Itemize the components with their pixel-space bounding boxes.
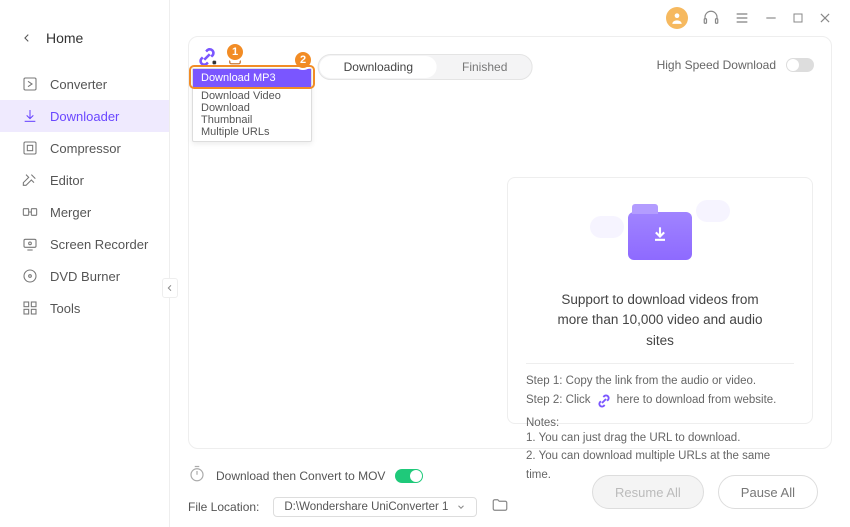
sidebar-item-screenrecorder[interactable]: Screen Recorder [0, 228, 169, 260]
convert-toggle[interactable] [395, 469, 423, 483]
open-folder-icon[interactable] [491, 496, 509, 517]
empty-state-card: Support to download videos from more tha… [507, 177, 813, 424]
hint-badge-1: 1 [225, 42, 245, 62]
dropdown-item-thumbnail[interactable]: Download Thumbnail [193, 105, 311, 123]
hint-badge-2: 2 [293, 50, 313, 70]
sidebar-item-label: Compressor [50, 141, 121, 156]
chevron-left-icon [22, 30, 32, 46]
add-link-icon[interactable] [196, 46, 218, 68]
note1: 1. You can just drag the URL to download… [526, 429, 794, 447]
dropdown-item-mp3[interactable]: Download MP3 [193, 69, 311, 87]
notes-head: Notes: [526, 417, 794, 429]
sidebar-item-label: Editor [50, 173, 84, 188]
convert-label: Download then Convert to MOV [216, 469, 385, 483]
link-mini-icon [595, 392, 613, 410]
high-speed-toggle[interactable] [786, 58, 814, 72]
tabs: Downloading Finished [318, 54, 533, 80]
resume-all-button[interactable]: Resume All [592, 475, 704, 509]
home-row[interactable]: Home [0, 0, 169, 62]
sidebar-item-label: Downloader [50, 109, 119, 124]
timer-icon [188, 465, 206, 486]
sidebar-item-label: Screen Recorder [50, 237, 148, 252]
home-label: Home [46, 30, 83, 46]
folder-illustration [526, 192, 794, 280]
pause-all-button[interactable]: Pause All [718, 475, 818, 509]
sidebar-item-tools[interactable]: Tools [0, 292, 169, 324]
step1-text: Step 1: Copy the link from the audio or … [526, 372, 794, 392]
high-speed-label: High Speed Download [657, 58, 776, 72]
sidebar-item-dvdburner[interactable]: DVD Burner [0, 260, 169, 292]
sidebar-item-editor[interactable]: Editor [0, 164, 169, 196]
sidebar-item-label: Converter [50, 77, 107, 92]
download-type-dropdown: Download MP3 Download Video Download Thu… [192, 68, 312, 142]
sidebar-item-label: Tools [50, 301, 80, 316]
step2-text: Step 2: Click here to download from webs… [526, 391, 794, 411]
sidebar: Home Converter Downloader Compressor Edi… [0, 0, 170, 527]
file-location-label: File Location: [188, 500, 259, 514]
sidebar-item-compressor[interactable]: Compressor [0, 132, 169, 164]
download-arrow-icon [650, 224, 670, 249]
sidebar-item-merger[interactable]: Merger [0, 196, 169, 228]
support-text: Support to download videos from more tha… [526, 280, 794, 363]
tab-downloading[interactable]: Downloading [320, 56, 437, 78]
sidebar-item-label: DVD Burner [50, 269, 120, 284]
sidebar-item-label: Merger [50, 205, 91, 220]
tab-finished[interactable]: Finished [438, 55, 531, 79]
high-speed-row: High Speed Download [657, 58, 814, 72]
file-location-select[interactable]: D:\Wondershare UniConverter 1 [273, 497, 477, 517]
sidebar-item-converter[interactable]: Converter [0, 68, 169, 100]
sidebar-item-downloader[interactable]: Downloader [0, 100, 169, 132]
